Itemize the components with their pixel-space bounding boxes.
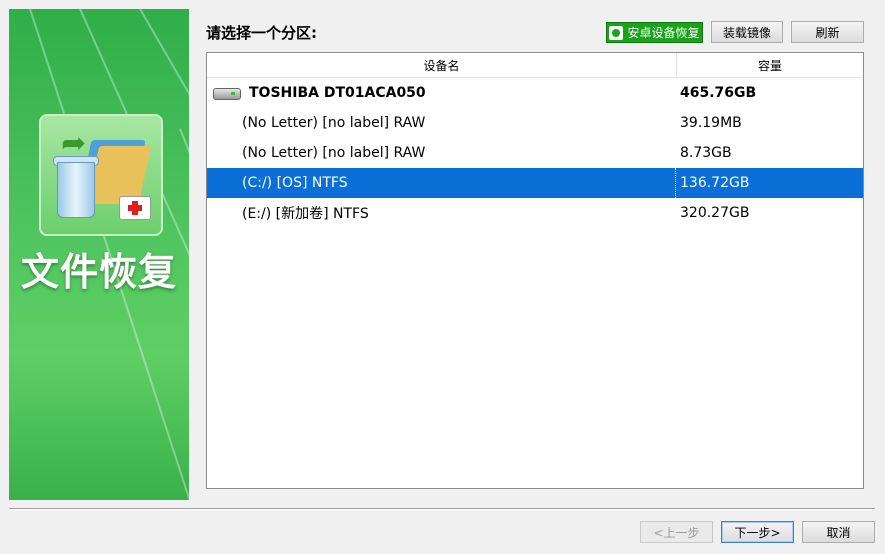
medkit-icon [119, 196, 151, 220]
select-partition-prompt: 请选择一个分区: [206, 24, 317, 42]
partition-name: (C:/) [OS] NTFS [207, 168, 676, 198]
android-recovery-label: 安卓设备恢复 [627, 26, 700, 40]
partition-size: 320.27GB [680, 205, 750, 221]
partition-row-selected[interactable]: (C:/) [OS] NTFS 136.72GB [207, 168, 863, 198]
list-header: 设备名 容量 [207, 53, 863, 78]
disk-row[interactable]: TOSHIBA DT01ACA050 465.76GB [207, 78, 863, 108]
disk-name: TOSHIBA DT01ACA050 [249, 85, 426, 101]
previous-step-button[interactable]: <上一步 [640, 521, 713, 543]
partition-name: (No Letter) [no label] RAW [242, 115, 426, 131]
disk-size: 465.76GB [680, 85, 757, 101]
column-header-device-name[interactable]: 设备名 [207, 53, 677, 77]
partition-list[interactable]: 设备名 容量 TOSHIBA DT01ACA050 465.76GB (No L… [206, 52, 864, 489]
partition-row[interactable]: (E:/) [新加卷] NTFS 320.27GB [207, 198, 863, 228]
refresh-button[interactable]: 刷新 [791, 21, 864, 43]
mount-image-button[interactable]: 装载镜像 [711, 21, 783, 43]
banner-title: 文件恢复 [20, 250, 177, 294]
android-recovery-button[interactable]: 安卓设备恢复 [606, 22, 703, 43]
partition-name: (E:/) [新加卷] NTFS [242, 206, 369, 222]
hard-disk-icon [211, 85, 241, 101]
column-header-capacity[interactable]: 容量 [677, 53, 863, 77]
partition-row[interactable]: (No Letter) [no label] RAW 39.19MB [207, 108, 863, 138]
partition-size: 136.72GB [680, 175, 750, 191]
recycle-bin-icon [57, 162, 95, 218]
footer-divider [9, 508, 875, 510]
partition-name: (No Letter) [no label] RAW [242, 145, 426, 161]
android-icon [609, 25, 624, 40]
partition-row[interactable]: (No Letter) [no label] RAW 8.73GB [207, 138, 863, 168]
partition-size: 8.73GB [680, 145, 732, 161]
partition-size: 39.19MB [680, 115, 742, 131]
cancel-button[interactable]: 取消 [802, 521, 875, 543]
side-banner: ➦ 文件恢复 [9, 9, 189, 500]
file-recovery-icon: ➦ [39, 114, 163, 236]
next-step-button[interactable]: 下一步> [721, 521, 794, 543]
